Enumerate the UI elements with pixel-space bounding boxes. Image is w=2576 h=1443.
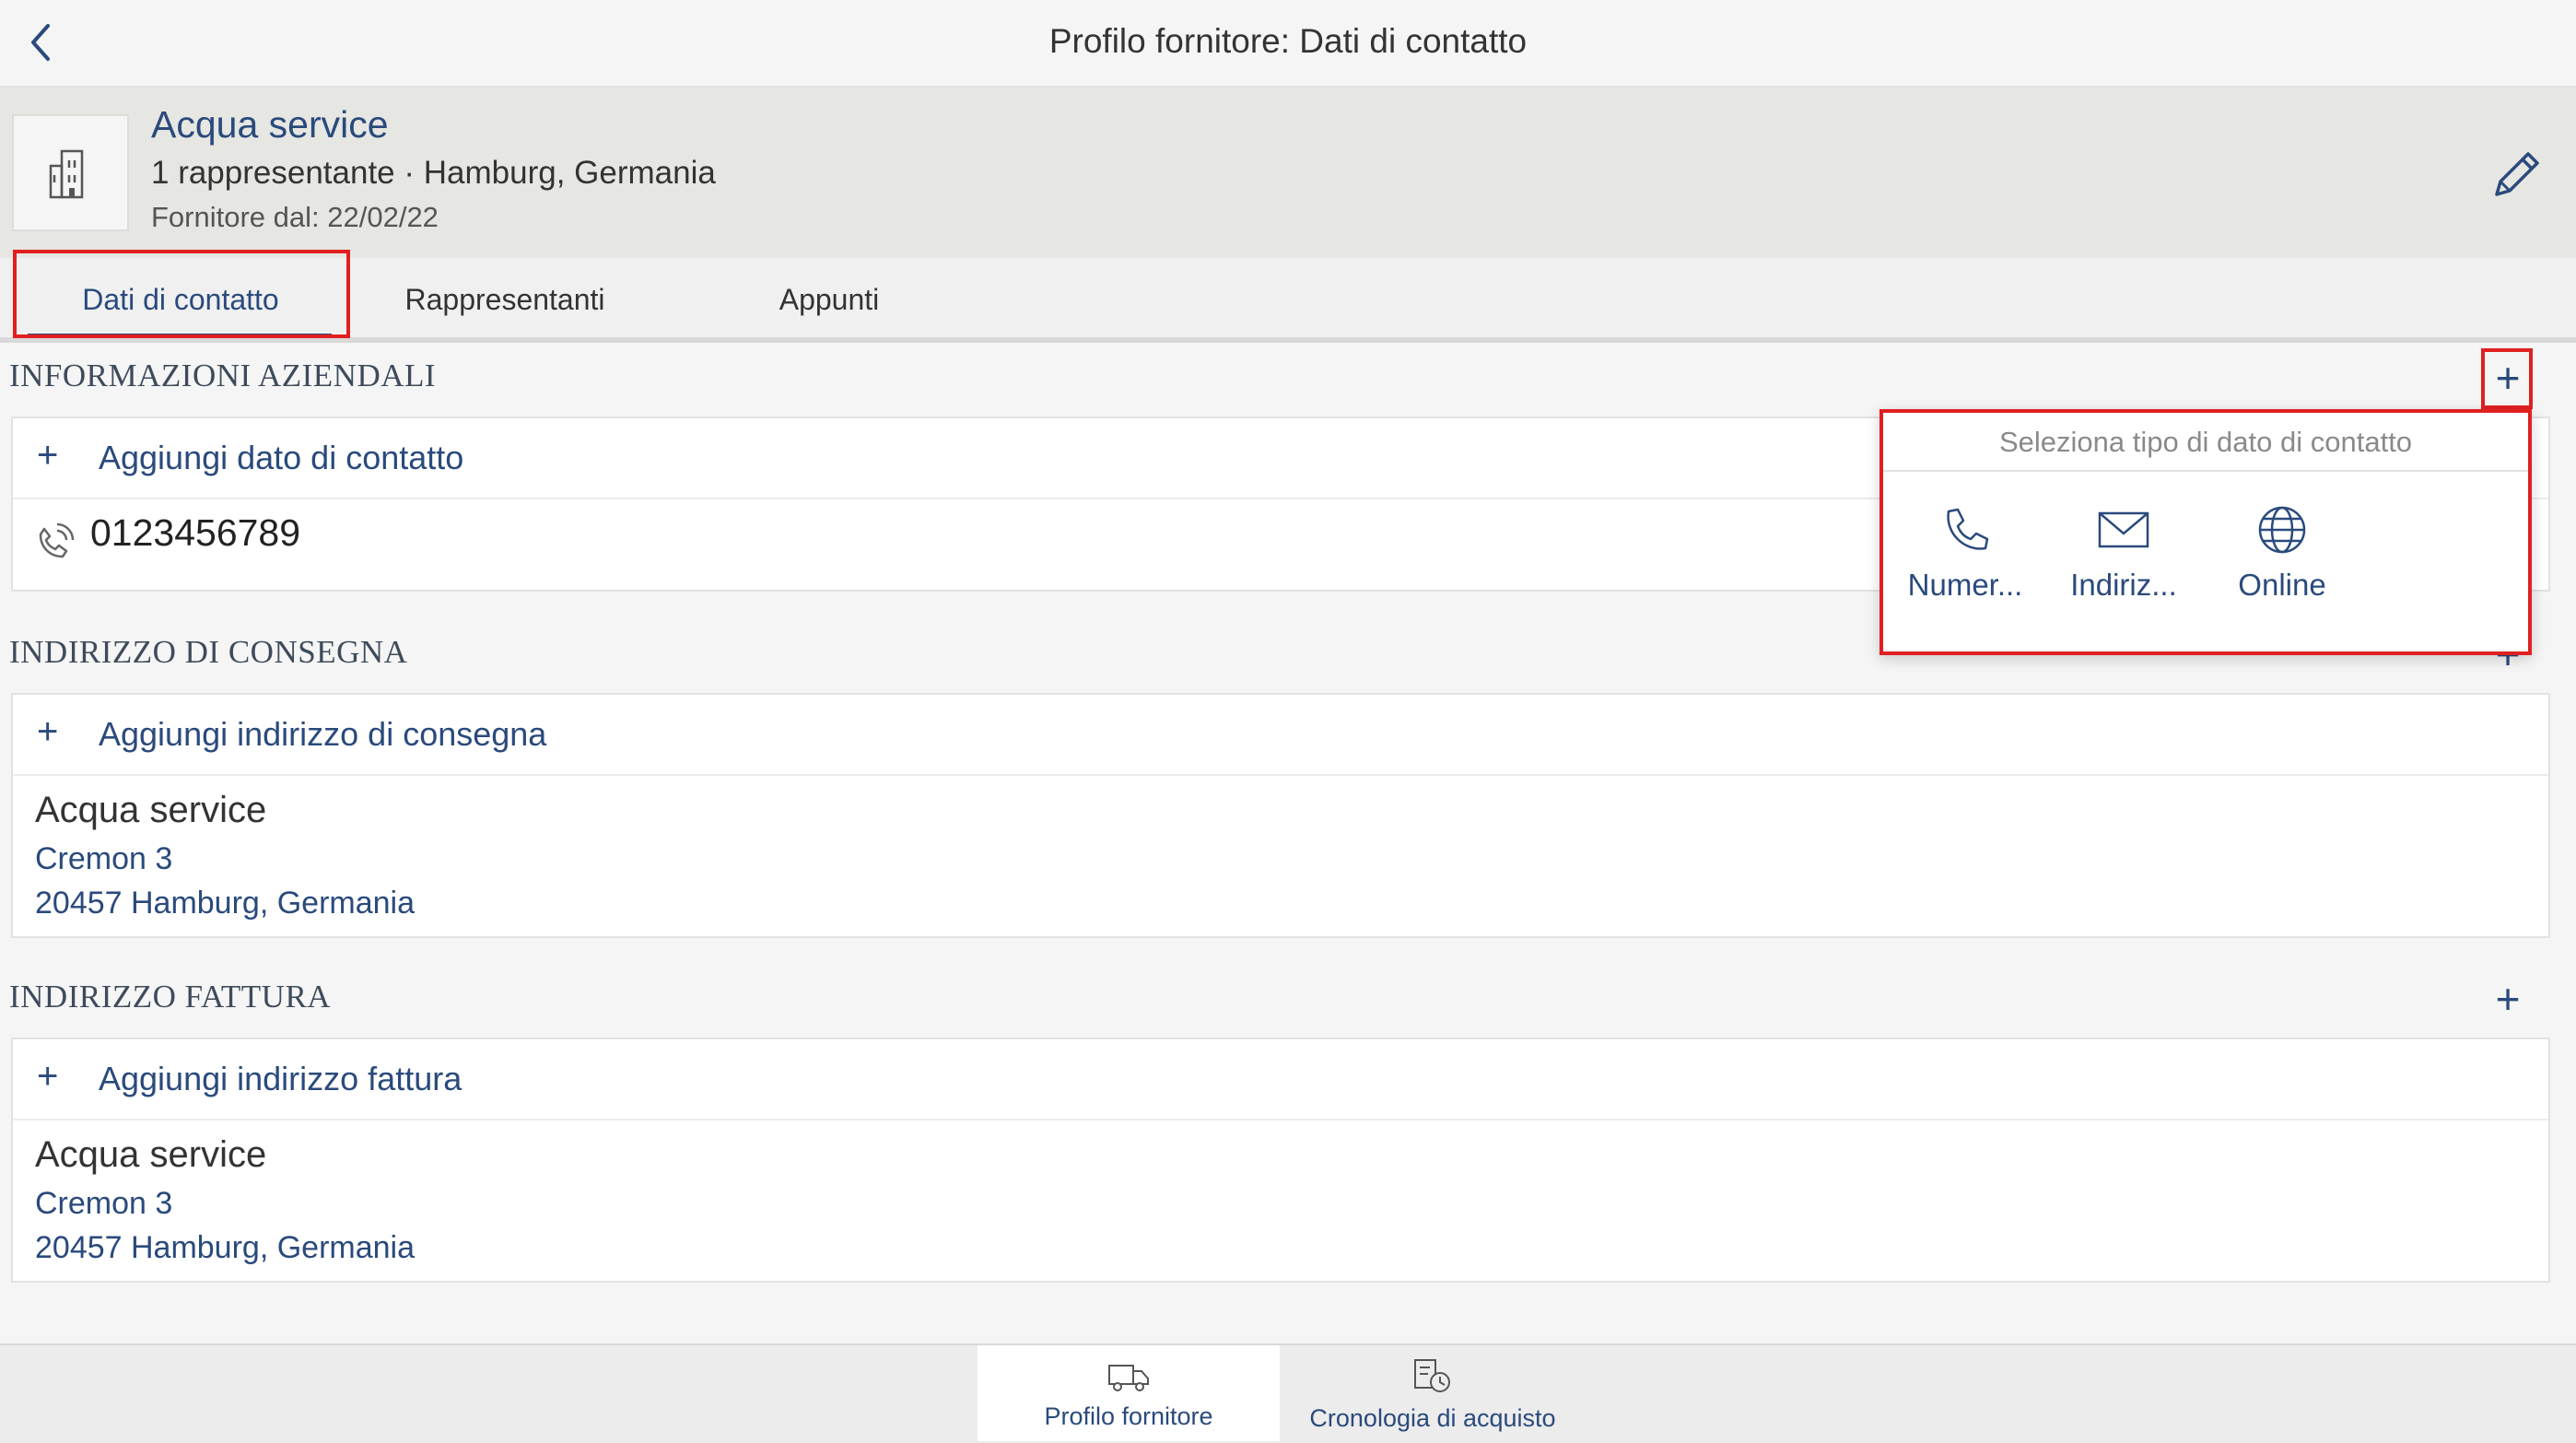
section-title-invoice-address: INDIRIZZO FATTURA xyxy=(9,979,332,1015)
contact-type-online-label: Online xyxy=(2238,568,2326,602)
delivery-address-city: 20457 Hamburg, Germania xyxy=(35,886,416,921)
tab-representatives[interactable]: Rappresentanti xyxy=(343,258,667,337)
pencil-icon xyxy=(2495,152,2539,196)
invoice-address-name[interactable]: Acqua service xyxy=(35,1134,266,1176)
bottom-tab-purchase-history[interactable]: Cronologia di acquisto xyxy=(1281,1345,1585,1441)
add-invoice-address-label: Aggiungi indirizzo fattura xyxy=(99,1060,463,1097)
divider xyxy=(13,774,2548,776)
add-invoice-plus-button[interactable]: + xyxy=(2485,977,2531,1023)
bottom-tab-supplier-profile-label: Profilo fornitore xyxy=(1044,1402,1213,1430)
section-title-company-info: INFORMAZIONI AZIENDALI xyxy=(9,358,437,393)
bottom-tab-supplier-profile[interactable]: Profilo fornitore xyxy=(978,1345,1280,1441)
contact-type-email-label: Indiriz... xyxy=(2070,568,2177,602)
delivery-address-name[interactable]: Acqua service xyxy=(35,790,266,831)
delivery-address-street: Cremon 3 xyxy=(35,841,173,876)
plus-icon: + xyxy=(37,1056,59,1097)
bottom-tab-purchase-history-label: Cronologia di acquisto xyxy=(1309,1404,1556,1432)
invoice-address-street: Cremon 3 xyxy=(35,1186,173,1221)
globe-icon xyxy=(2258,506,2306,554)
phone-number[interactable]: 0123456789 xyxy=(90,511,300,555)
purchase-history-icon xyxy=(1414,1359,1450,1392)
popover-header: Seleziona tipo di dato di contatto xyxy=(1883,413,2528,472)
supplier-subtitle: 1 rappresentante · Hamburg, Germania xyxy=(151,155,716,191)
phone-icon xyxy=(31,520,77,566)
edit-button[interactable] xyxy=(2484,143,2548,207)
plus-highlight-box xyxy=(2481,348,2533,409)
mail-icon xyxy=(2098,511,2149,548)
page-title: Profilo fornitore: Dati di contatto xyxy=(1048,22,1528,60)
divider xyxy=(13,1119,2548,1120)
tab-notes[interactable]: Appunti xyxy=(667,258,991,337)
building-icon xyxy=(49,149,83,198)
add-invoice-address-row[interactable]: + Aggiungi indirizzo fattura xyxy=(11,1039,2550,1120)
section-title-delivery-address: INDIRIZZO DI CONSEGNA xyxy=(9,634,408,670)
add-contact-data-label: Aggiungi dato di contatto xyxy=(99,439,464,476)
supplier-truck-icon xyxy=(1108,1365,1149,1391)
plus-icon: + xyxy=(37,711,59,752)
invoice-address-city: 20457 Hamburg, Germania xyxy=(35,1230,416,1265)
back-button[interactable] xyxy=(13,13,72,72)
contact-type-phone-label: Numer... xyxy=(1907,568,2023,602)
tab-highlight-box xyxy=(13,250,350,338)
plus-icon: + xyxy=(37,435,59,475)
chevron-left-icon xyxy=(31,24,50,61)
add-delivery-address-row[interactable]: + Aggiungi indirizzo di consegna xyxy=(11,695,2550,776)
supplier-since: Fornitore dal: 22/02/22 xyxy=(151,201,439,233)
supplier-name: Acqua service xyxy=(151,103,389,146)
phone-icon xyxy=(1947,508,1989,550)
supplier-avatar xyxy=(12,114,129,231)
add-delivery-address-label: Aggiungi indirizzo di consegna xyxy=(99,715,547,753)
